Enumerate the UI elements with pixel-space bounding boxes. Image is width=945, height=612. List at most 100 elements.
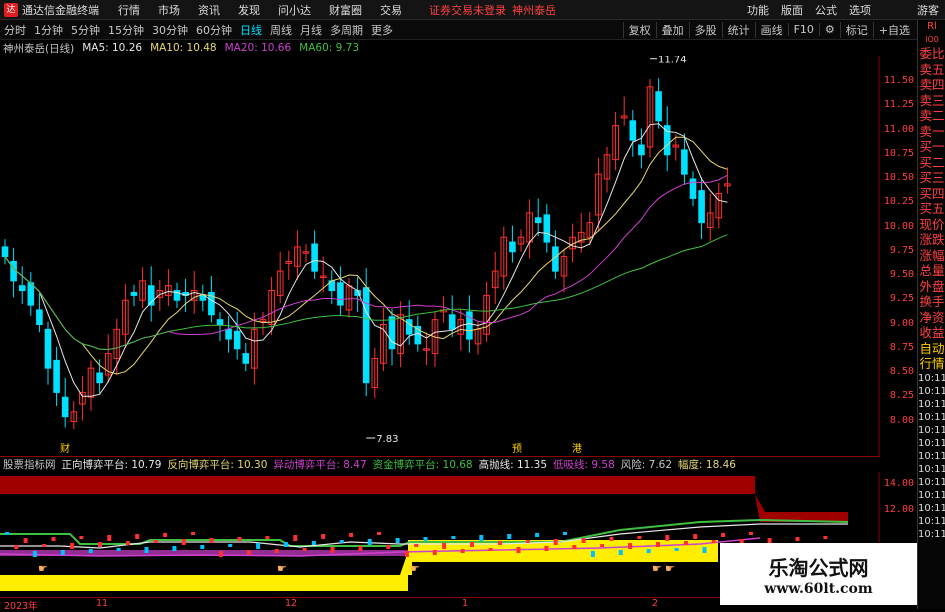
indicator-bar bbox=[590, 551, 595, 557]
ind-fx: 反向博弈平台: 10.30 bbox=[167, 459, 268, 471]
candle-down bbox=[225, 328, 232, 340]
menu-jiaoyi[interactable]: 交易 bbox=[371, 2, 411, 18]
watermark-logo: 乐淘公式网 www.60lt.com bbox=[720, 543, 917, 605]
indicator-bar bbox=[274, 549, 279, 553]
indicator-bar bbox=[693, 534, 698, 539]
indicator-bar bbox=[116, 548, 121, 551]
watermark-title: 乐淘公式网 bbox=[768, 555, 869, 580]
tool-duogu[interactable]: 多股 bbox=[688, 21, 722, 38]
period-weekly[interactable]: 周线 bbox=[266, 22, 296, 38]
period-fenshi[interactable]: 分时 bbox=[0, 22, 30, 38]
indicator-bar bbox=[339, 540, 344, 543]
candle-down bbox=[638, 144, 645, 156]
indicator-bar bbox=[702, 547, 707, 553]
date-tick: 2 bbox=[652, 598, 659, 609]
period-30min[interactable]: 30分钟 bbox=[148, 22, 192, 38]
ind-fd: 幅度: 18.46 bbox=[678, 459, 736, 471]
indicator-bar bbox=[553, 539, 558, 545]
indicator-bar bbox=[535, 533, 540, 537]
candle-down bbox=[388, 316, 396, 350]
tool-huaxian[interactable]: 画线 bbox=[754, 21, 788, 38]
indicator-bar bbox=[600, 544, 605, 547]
sidebar-auto[interactable]: 自动 bbox=[918, 341, 945, 357]
menu-gongneng[interactable]: 功能 bbox=[741, 2, 775, 18]
candle-down bbox=[681, 149, 688, 175]
tool-f10[interactable]: F10 bbox=[787, 23, 819, 36]
tool-biaoji[interactable]: 标记 bbox=[839, 21, 873, 38]
sidebar-time: 10:11 bbox=[918, 450, 945, 462]
price-ytick: 11.25 bbox=[883, 99, 914, 111]
period-daily[interactable]: 日线 bbox=[236, 22, 266, 38]
sidebar-top: IO0 bbox=[925, 35, 939, 44]
menu-xuanxiang[interactable]: 选项 bbox=[843, 2, 877, 18]
indicator-bar bbox=[367, 539, 372, 545]
indicator-bar bbox=[628, 543, 633, 549]
tool-diejia[interactable]: 叠加 bbox=[655, 21, 689, 38]
indicator-bar bbox=[386, 545, 391, 549]
ind-ytick: 12.00 bbox=[883, 504, 914, 515]
candle-down bbox=[655, 91, 662, 122]
sidebar-item: 涨跌 bbox=[919, 232, 945, 247]
login-status[interactable]: 证券交易未登录 bbox=[429, 2, 506, 18]
app-logo-icon: 达 bbox=[4, 2, 18, 17]
indicator-bar bbox=[414, 544, 419, 547]
candle-down bbox=[242, 353, 250, 364]
low-price-label: 7.83 bbox=[376, 434, 398, 445]
indicator-bar bbox=[609, 537, 614, 541]
yellow-band-left bbox=[0, 575, 408, 591]
indicator-bar bbox=[618, 550, 623, 555]
indicator-bar bbox=[581, 538, 586, 543]
indicator-bar bbox=[460, 549, 465, 553]
guest-label[interactable]: 游客 bbox=[917, 2, 939, 18]
tool-fuquan[interactable]: 复权 bbox=[622, 21, 656, 38]
indicator-bar bbox=[479, 535, 484, 541]
period-multi[interactable]: 多周期 bbox=[326, 22, 367, 38]
menu-zixun[interactable]: 资讯 bbox=[189, 2, 229, 18]
indicator-bar bbox=[60, 550, 65, 555]
indicator-bar bbox=[395, 538, 400, 543]
tool-tongji[interactable]: 统计 bbox=[721, 21, 755, 38]
sidebar-hangqing[interactable]: 行情 bbox=[918, 356, 945, 372]
candle-down bbox=[337, 282, 344, 306]
period-monthly[interactable]: 月线 bbox=[296, 22, 326, 38]
hand-pointer-icon: ☛ bbox=[38, 562, 48, 575]
menu-caifuquan[interactable]: 财富圈 bbox=[320, 2, 371, 18]
indicator-bar bbox=[5, 532, 9, 535]
menu-banmian[interactable]: 版面 bbox=[775, 2, 809, 18]
period-60min[interactable]: 60分钟 bbox=[192, 22, 236, 38]
period-1min[interactable]: 1分钟 bbox=[30, 22, 67, 38]
menu-gongshi[interactable]: 公式 bbox=[809, 2, 843, 18]
indicator-bar bbox=[107, 535, 112, 541]
hand-pointer-icon: ☛ bbox=[410, 562, 420, 575]
period-5min[interactable]: 5分钟 bbox=[67, 22, 104, 38]
sidebar-time: 10:11 bbox=[918, 502, 945, 514]
indicator-bar bbox=[637, 536, 642, 539]
period-15min[interactable]: 15分钟 bbox=[104, 22, 148, 38]
ind-dx: 低吸线: 9.58 bbox=[553, 459, 615, 471]
price-ytick: 10.00 bbox=[883, 220, 914, 232]
indicator-bar bbox=[88, 549, 93, 553]
menu-hangqing[interactable]: 行情 bbox=[109, 2, 149, 18]
ind-fx2: 风险: 7.62 bbox=[620, 459, 673, 471]
indicator-bar bbox=[181, 539, 186, 545]
indicator-bar bbox=[749, 532, 753, 535]
indicator-bar bbox=[823, 536, 828, 539]
menu-faxian[interactable]: 发现 bbox=[229, 2, 269, 18]
indicator-bar bbox=[209, 538, 214, 543]
indicator-bar bbox=[321, 534, 326, 539]
indicator-bar bbox=[256, 543, 261, 549]
menu-wenxiaoda[interactable]: 问小达 bbox=[269, 2, 320, 18]
sidebar-item: 买三 bbox=[919, 170, 945, 185]
price-ytick: 8.25 bbox=[889, 390, 914, 402]
sidebar-item: 卖二 bbox=[919, 108, 945, 123]
settings-icon[interactable]: ⚙ bbox=[818, 23, 840, 36]
date-tick: 2023年 bbox=[4, 601, 38, 612]
candle-down bbox=[534, 217, 542, 224]
indicator-bar bbox=[200, 545, 205, 549]
period-more[interactable]: 更多 bbox=[367, 22, 397, 38]
menu-shichang[interactable]: 市场 bbox=[149, 2, 189, 18]
tool-zixuan[interactable]: +自选 bbox=[872, 21, 915, 38]
indicator-bar bbox=[32, 551, 37, 557]
price-ytick: 9.00 bbox=[889, 317, 914, 329]
candlestick-chart[interactable]: 11.74 7.83 财 预 港 bbox=[0, 56, 880, 456]
